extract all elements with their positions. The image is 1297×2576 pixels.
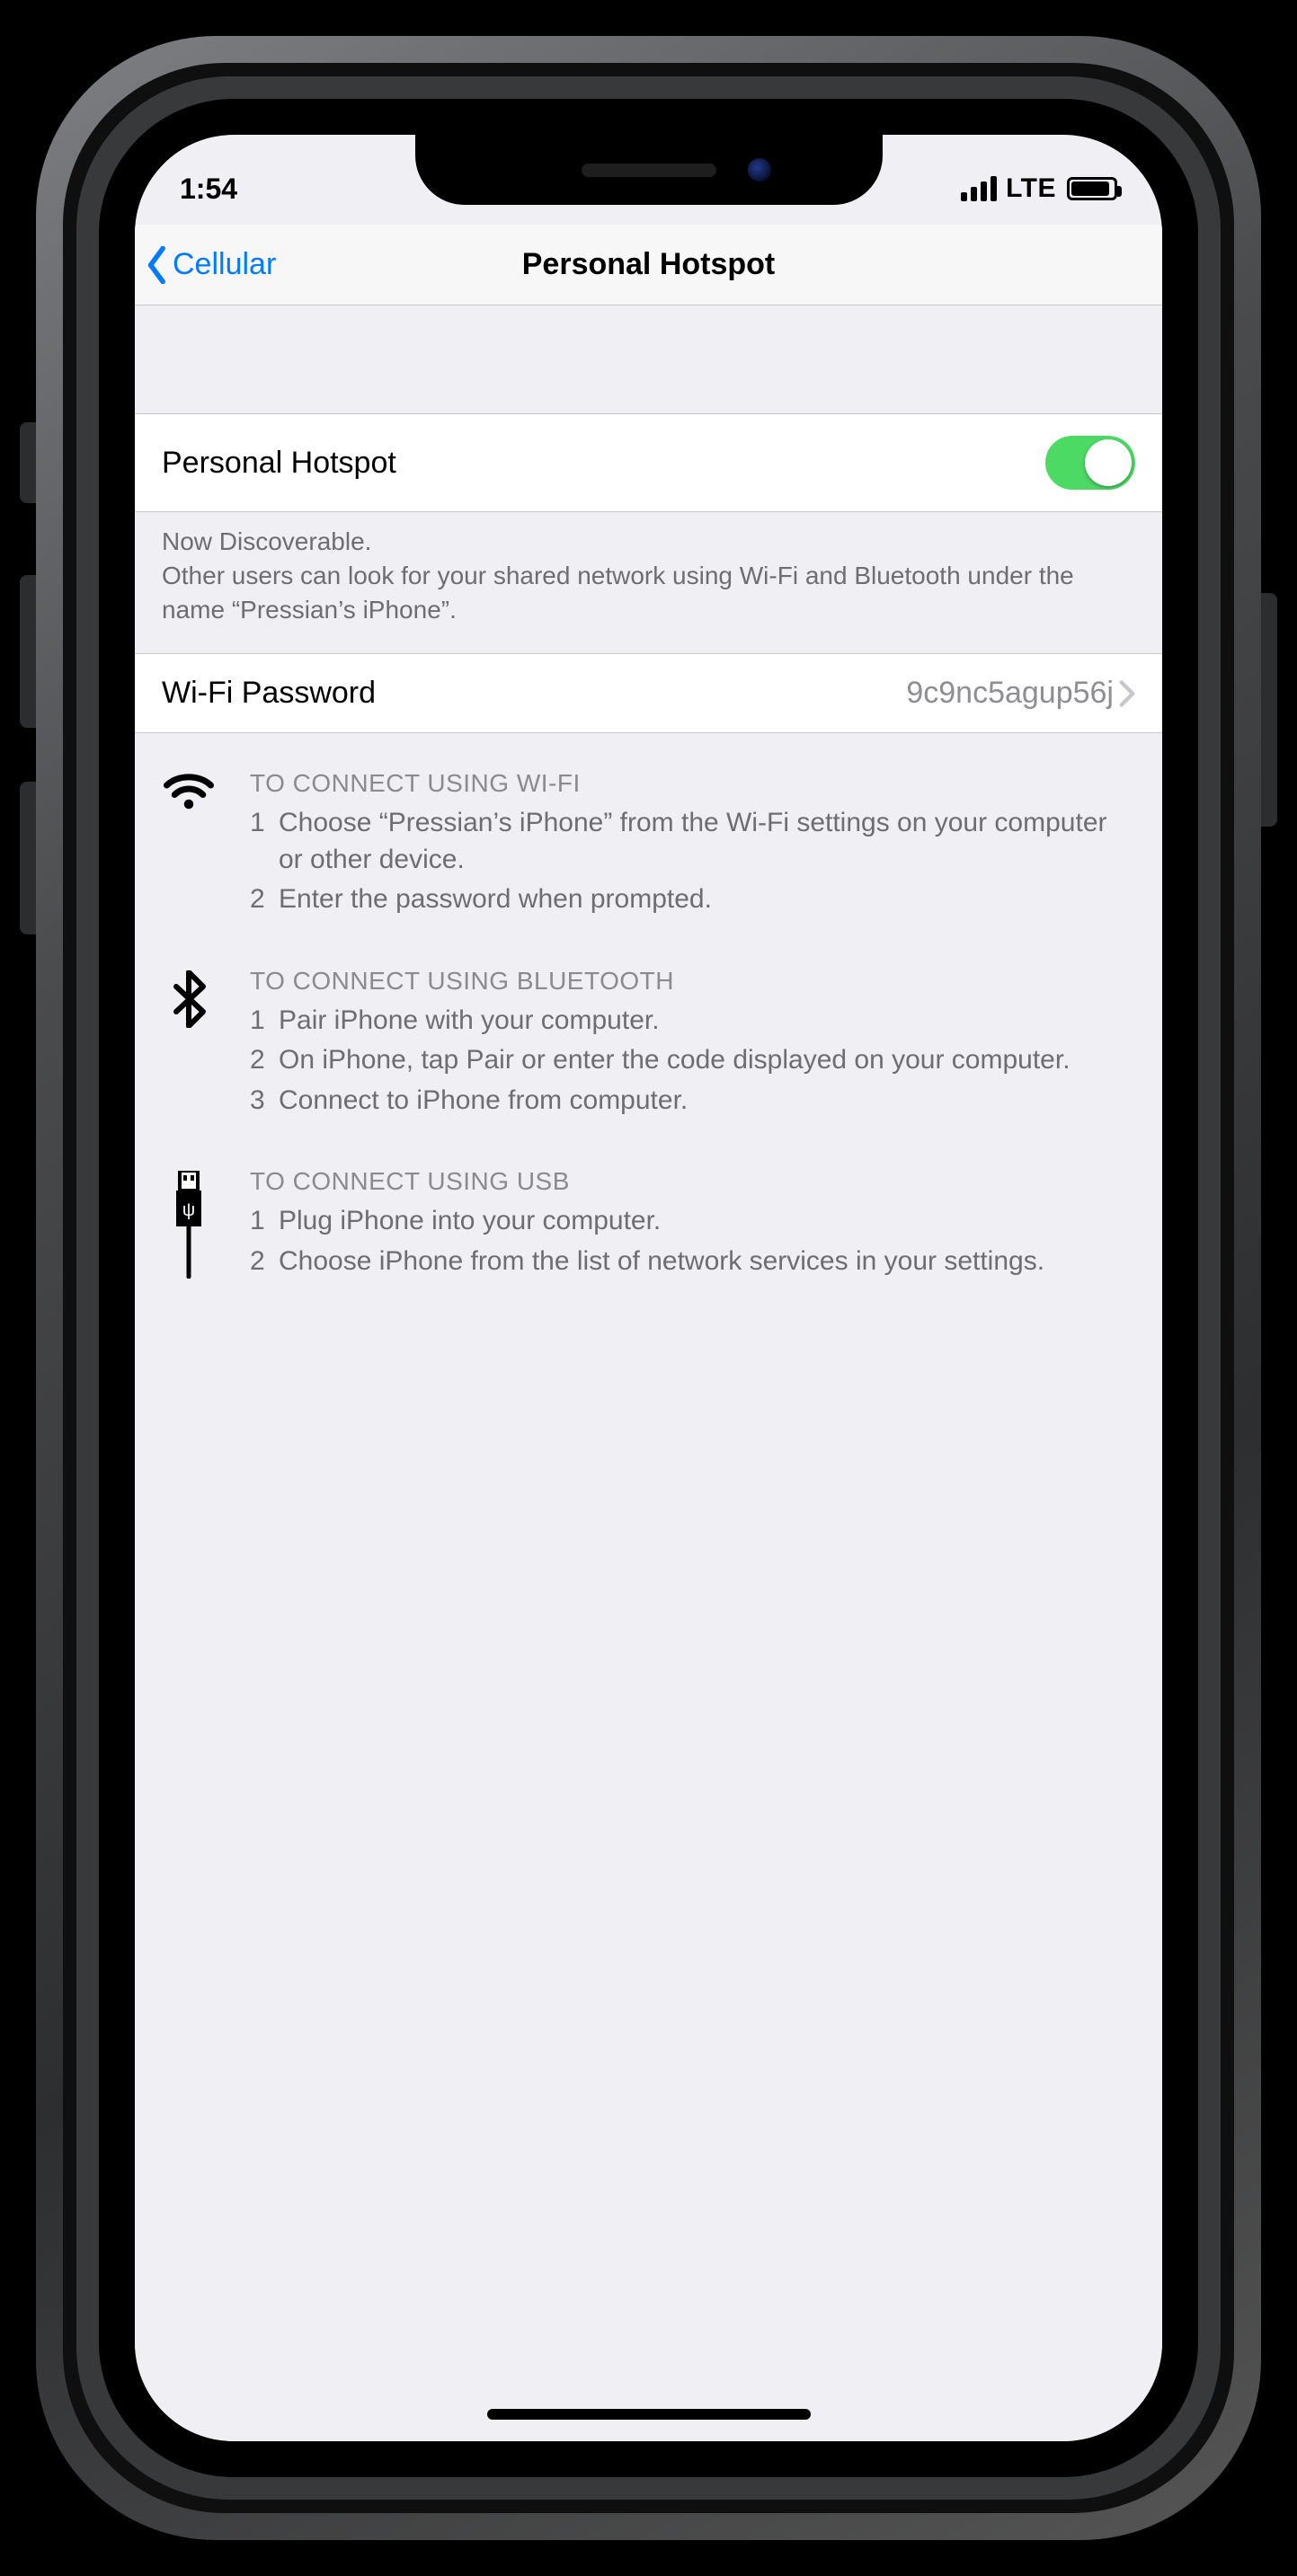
instructions-wifi-steps: Choose “Pressian’s iPhone” from the Wi-F… xyxy=(250,805,1135,918)
screen: 1:54 LTE Cellular Personal Hotspot Perso… xyxy=(135,135,1162,2441)
back-label: Cellular xyxy=(173,247,276,282)
chevron-right-icon xyxy=(1119,680,1135,707)
status-time: 1:54 xyxy=(180,173,237,206)
instructions-usb-heading: TO CONNECT USING USB xyxy=(250,1167,1135,1196)
usb-icon: ψ xyxy=(162,1167,216,1283)
discoverable-footer: Now Discoverable. Other users can look f… xyxy=(135,512,1162,653)
wifi-icon xyxy=(162,769,216,922)
list-item: Connect to iPhone from computer. xyxy=(250,1083,1135,1120)
page-title: Personal Hotspot xyxy=(522,247,775,282)
instructions-bluetooth: TO CONNECT USING BLUETOOTH Pair iPhone w… xyxy=(162,967,1135,1123)
instructions-wifi-heading: TO CONNECT USING WI-FI xyxy=(250,769,1135,798)
instructions-wifi: TO CONNECT USING WI-FI Choose “Pressian’… xyxy=(162,769,1135,922)
list-item: Choose “Pressian’s iPhone” from the Wi-F… xyxy=(250,805,1135,878)
chevron-left-icon xyxy=(144,246,171,284)
instructions-usb-steps: Plug iPhone into your computer. Choose i… xyxy=(250,1203,1135,1279)
wifi-password-value: 9c9nc5agup56j xyxy=(906,676,1114,711)
home-indicator[interactable] xyxy=(487,2409,811,2420)
list-item: Choose iPhone from the list of network s… xyxy=(250,1244,1135,1280)
instructions-area: TO CONNECT USING WI-FI Choose “Pressian’… xyxy=(135,733,1162,1283)
switch-knob xyxy=(1085,439,1132,486)
list-item: Enter the password when prompted. xyxy=(250,881,1135,918)
list-item: Plug iPhone into your computer. xyxy=(250,1203,1135,1240)
network-type-label: LTE xyxy=(1006,173,1056,204)
hotspot-toggle-switch[interactable] xyxy=(1045,436,1135,490)
discoverable-line1: Now Discoverable. xyxy=(162,525,1135,559)
wifi-password-row[interactable]: Wi-Fi Password 9c9nc5agup56j xyxy=(135,653,1162,733)
instructions-bluetooth-heading: TO CONNECT USING BLUETOOTH xyxy=(250,967,1135,996)
svg-text:ψ: ψ xyxy=(182,1200,195,1220)
speaker-grill xyxy=(582,164,716,177)
back-button[interactable]: Cellular xyxy=(144,225,276,305)
power-button[interactable] xyxy=(1261,593,1277,827)
front-camera xyxy=(748,158,771,181)
nav-bar: Cellular Personal Hotspot xyxy=(135,225,1162,305)
volume-up-button[interactable] xyxy=(20,575,36,728)
notch xyxy=(415,135,883,205)
list-item: Pair iPhone with your computer. xyxy=(250,1003,1135,1040)
list-item: On iPhone, tap Pair or enter the code di… xyxy=(250,1042,1135,1079)
volume-down-button[interactable] xyxy=(20,782,36,934)
wifi-password-label: Wi-Fi Password xyxy=(162,676,376,711)
battery-icon xyxy=(1067,177,1117,200)
content-area: Personal Hotspot Now Discoverable. Other… xyxy=(135,305,1162,2441)
mute-switch[interactable] xyxy=(20,422,36,503)
hotspot-toggle-label: Personal Hotspot xyxy=(162,446,396,481)
hotspot-toggle-row[interactable]: Personal Hotspot xyxy=(135,413,1162,512)
cellular-signal-icon xyxy=(961,176,997,201)
instructions-bluetooth-steps: Pair iPhone with your computer. On iPhon… xyxy=(250,1003,1135,1120)
bluetooth-icon xyxy=(162,967,216,1123)
discoverable-line2: Other users can look for your shared net… xyxy=(162,559,1135,627)
instructions-usb: ψ TO CONNECT USING USB Plug iPhone into … xyxy=(162,1167,1135,1283)
